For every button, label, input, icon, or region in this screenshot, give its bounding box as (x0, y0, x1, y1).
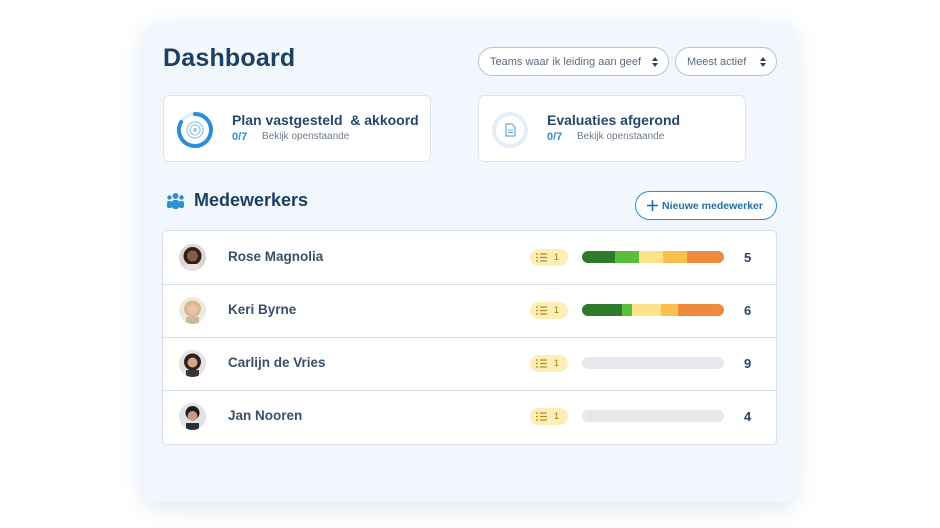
plan-status-card[interactable]: Plan vastgesteld & akkoord 0/7 Bekijk op… (163, 95, 431, 162)
employee-row[interactable]: Carlijn de Vries 1 9 (163, 337, 776, 391)
add-employee-label: Nieuwe medewerker (662, 199, 763, 212)
task-count: 1 (554, 358, 560, 368)
progress-segment (662, 251, 688, 263)
task-count: 1 (554, 411, 560, 421)
progress-bar (582, 410, 724, 422)
sort-arrows-icon (760, 57, 766, 67)
page-title: Dashboard (163, 44, 296, 72)
task-badge: 1 (530, 249, 568, 266)
progress-bar (582, 357, 724, 369)
employee-row[interactable]: Jan Nooren 1 4 (163, 390, 776, 443)
document-icon (492, 112, 528, 148)
avatar (179, 244, 206, 271)
avatar (179, 350, 206, 377)
add-employee-button[interactable]: Nieuwe medewerker (635, 191, 777, 220)
employee-name: Keri Byrne (228, 302, 297, 317)
section-title: Medewerkers (194, 190, 309, 210)
task-badge: 1 (530, 408, 568, 425)
checklist-icon (536, 306, 547, 315)
team-filter-select[interactable]: Teams waar ik leiding aan geef (478, 47, 669, 76)
evaluations-card[interactable]: Evaluaties afgerond 0/7 Bekijk openstaan… (478, 95, 746, 162)
task-badge: 1 (530, 302, 568, 319)
employee-name: Jan Nooren (228, 408, 303, 423)
card-title: Evaluaties afgerond (547, 112, 681, 128)
avatar (179, 403, 206, 430)
employee-score: 6 (744, 303, 752, 318)
team-filter-value: Teams waar ik leiding aan geef (490, 55, 642, 68)
sort-arrows-icon (652, 57, 658, 67)
progress-segment (687, 251, 724, 263)
checklist-icon (536, 253, 547, 262)
progress-segment (638, 251, 663, 263)
sort-select[interactable]: Meest actief (675, 47, 777, 76)
checklist-icon (536, 412, 547, 421)
card-count: 0/7 (547, 131, 563, 143)
progress-segment (582, 251, 615, 263)
progress-bar (582, 304, 724, 316)
avatar (179, 297, 206, 324)
task-badge: 1 (530, 355, 568, 372)
progress-segment (632, 304, 661, 316)
task-count: 1 (554, 252, 560, 262)
employee-row[interactable]: Rose Magnolia 1 5 (163, 231, 776, 285)
plus-icon (647, 200, 658, 211)
employee-name: Carlijn de Vries (228, 355, 326, 370)
target-progress-icon (177, 112, 213, 148)
progress-segment (677, 304, 724, 316)
card-count: 0/7 (232, 131, 248, 143)
employee-score: 9 (744, 356, 752, 371)
progress-bar (582, 251, 724, 263)
task-count: 1 (554, 305, 560, 315)
employee-score: 4 (744, 409, 752, 424)
employee-score: 5 (744, 250, 752, 265)
sort-value: Meest actief (687, 55, 747, 68)
view-open-link[interactable]: Bekijk openstaande (262, 131, 349, 142)
employee-table: Rose Magnolia 1 5 Keri Byrne 1 6 Carlijn… (162, 230, 777, 445)
employee-name: Rose Magnolia (228, 249, 324, 264)
progress-segment (622, 304, 633, 316)
progress-segment (582, 304, 623, 316)
progress-segment (660, 304, 678, 316)
employee-row[interactable]: Keri Byrne 1 6 (163, 284, 776, 338)
card-title: Plan vastgesteld & akkoord (232, 112, 419, 128)
progress-segment (614, 251, 639, 263)
view-open-link[interactable]: Bekijk openstaande (577, 131, 664, 142)
people-group-icon (167, 193, 184, 209)
checklist-icon (536, 359, 547, 368)
